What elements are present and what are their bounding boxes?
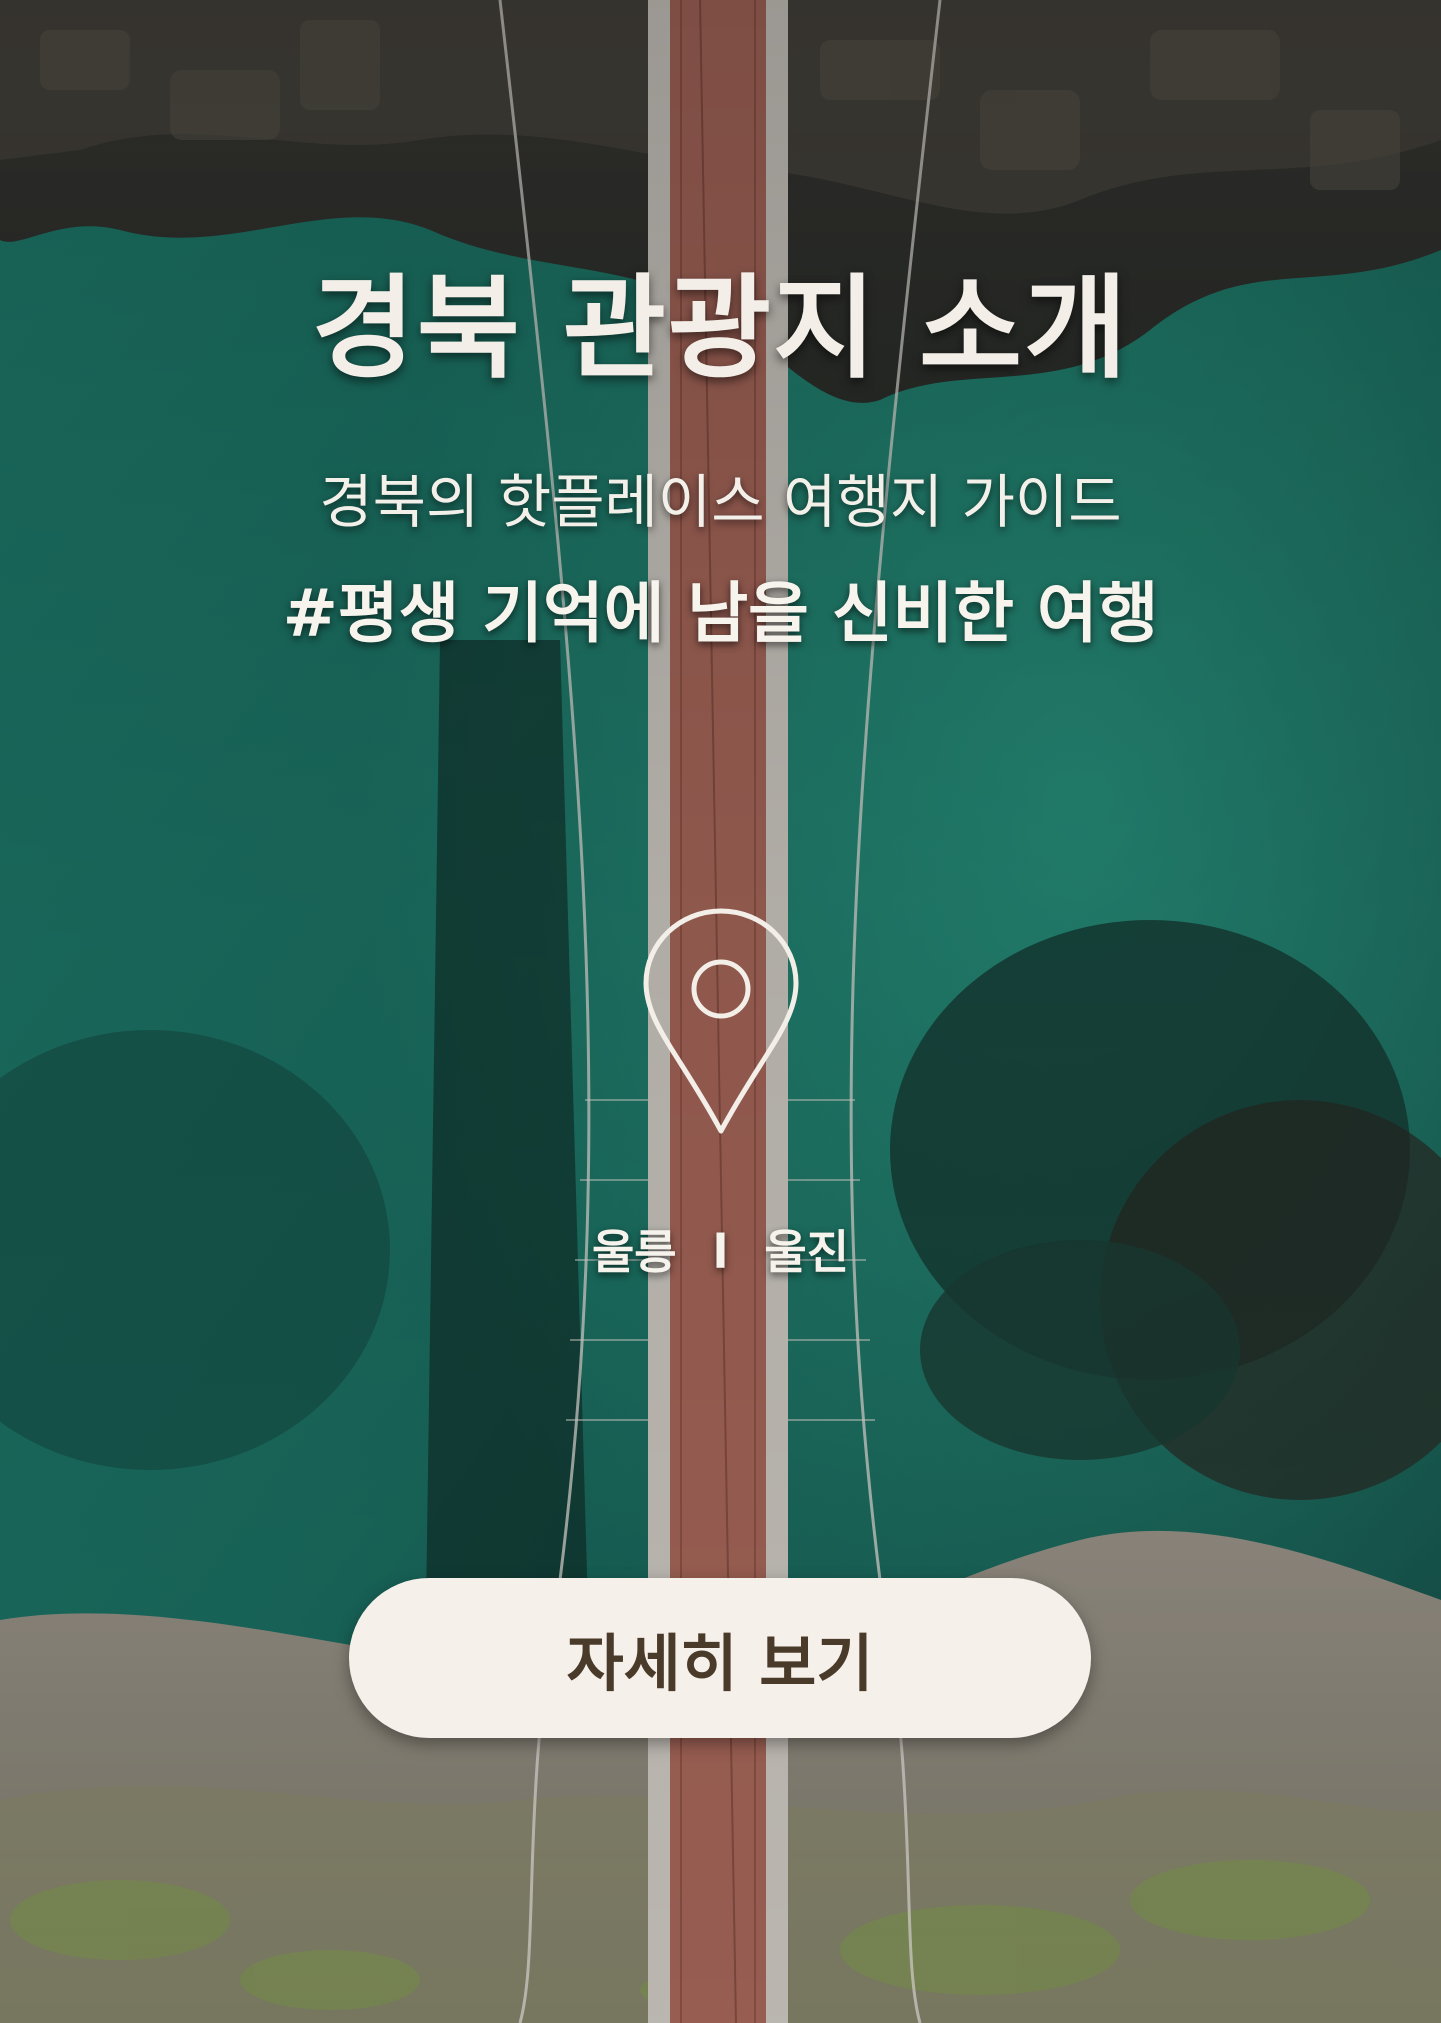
poster: 경북 관광지 소개 경북의 핫플레이스 여행지 가이드 #평생 기억에 남을 신… [0, 0, 1441, 2023]
hero-content: 경북 관광지 소개 경북의 핫플레이스 여행지 가이드 #평생 기억에 남을 신… [0, 0, 1441, 2023]
location-ulleung: 울릉 [591, 1225, 677, 1279]
map-pin-icon [643, 908, 799, 1134]
page-title: 경북 관광지 소개 [311, 263, 1130, 394]
location-separator: l [712, 1225, 729, 1279]
location-uljin: 울진 [764, 1225, 850, 1279]
location-list: 울릉 l 울진 [0, 1225, 1441, 1280]
hashtag-tagline: #평생 기억에 남을 신비한 여행 [282, 575, 1159, 652]
subtitle: 경북의 핫플레이스 여행지 가이드 [319, 468, 1122, 536]
view-details-button[interactable]: 자세히 보기 [349, 1578, 1091, 1738]
